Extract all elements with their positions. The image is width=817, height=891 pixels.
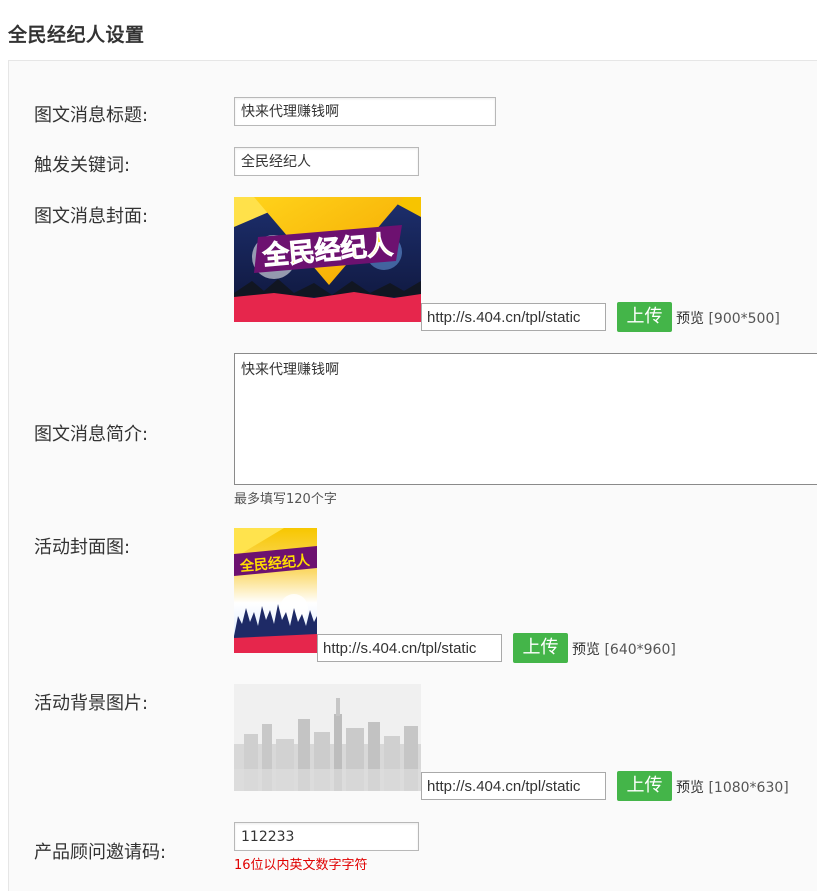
activity-cover-graphic: 全民经纪人 — [234, 528, 317, 653]
keyword-label: 触发关键词: — [34, 155, 131, 176]
activity-cover-image: 全民经纪人 — [234, 528, 317, 653]
activity-cover-preview[interactable]: 预览 [640*960] — [572, 639, 676, 659]
activity-bg-url-input[interactable]: http://s.404.cn/tpl/static — [421, 772, 606, 800]
keyword-input[interactable]: 全民经纪人 — [234, 147, 419, 176]
invite-code-input[interactable]: 112233 — [234, 822, 419, 851]
activity-bg-label: 活动背景图片: — [34, 693, 149, 714]
cover-preview[interactable]: 预览 [900*500] — [676, 308, 780, 328]
activity-cover-url-input[interactable]: http://s.404.cn/tpl/static — [317, 634, 502, 662]
activity-bg-preview-link[interactable]: 预览 — [676, 780, 704, 796]
activity-bg-image — [234, 684, 421, 791]
activity-bg-upload-button[interactable]: 上传 — [617, 771, 672, 801]
summary-hint: 最多填写120个字 — [234, 492, 337, 507]
cover-url-input[interactable]: http://s.404.cn/tpl/static — [421, 303, 606, 331]
news-title-input[interactable]: 快来代理赚钱啊 — [234, 97, 496, 126]
summary-label: 图文消息简介: — [34, 424, 149, 445]
page-title: 全民经纪人设置 — [8, 24, 145, 46]
cover-label: 图文消息封面: — [34, 206, 149, 227]
activity-cover-upload-button[interactable]: 上传 — [513, 633, 568, 663]
cover-upload-button[interactable]: 上传 — [617, 302, 672, 332]
summary-textarea[interactable]: 快来代理赚钱啊 — [234, 353, 817, 485]
activity-cover-label: 活动封面图: — [34, 537, 131, 558]
cover-image: 全民经纪人 — [234, 197, 421, 322]
news-title-label: 图文消息标题: — [34, 105, 149, 126]
cover-preview-size: [900*500] — [708, 311, 780, 327]
cover-preview-link[interactable]: 预览 — [676, 311, 704, 327]
activity-cover-preview-size: [640*960] — [604, 642, 676, 658]
activity-bg-preview[interactable]: 预览 [1080*630] — [676, 777, 789, 797]
activity-bg-preview-size: [1080*630] — [708, 780, 789, 796]
invite-code-label: 产品顾问邀请码: — [34, 842, 167, 863]
activity-bg-graphic — [234, 684, 421, 791]
activity-cover-preview-link[interactable]: 预览 — [572, 642, 600, 658]
cover-image-graphic: 全民经纪人 — [234, 197, 421, 322]
invite-code-hint: 16位以内英文数字字符 — [234, 858, 368, 873]
